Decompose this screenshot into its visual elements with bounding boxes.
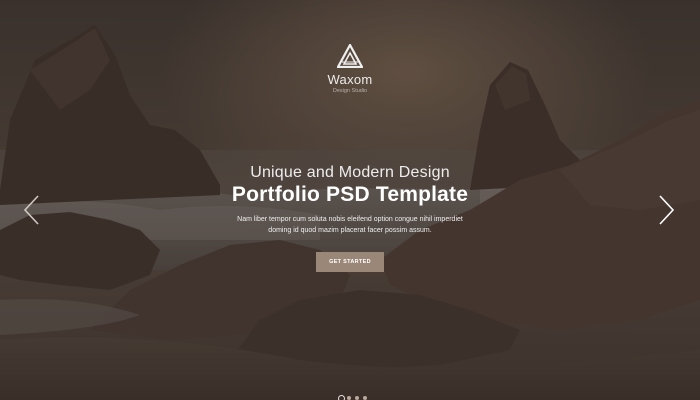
brand-name: Waxom: [327, 72, 373, 87]
hero-description: Nam liber tempor cum soluta nobis eleife…: [237, 216, 463, 234]
get-started-button[interactable]: GET STARTED: [316, 252, 384, 272]
brand-tagline: Design Studio: [332, 88, 368, 94]
hero-headline: Unique and Modern Design: [250, 164, 450, 181]
hero-slider: Waxom Design Studio Unique and Modern De…: [0, 0, 700, 400]
slider-dot-3[interactable]: [355, 396, 359, 400]
slider-dot-1[interactable]: [338, 395, 345, 400]
slider-pagination: [326, 394, 374, 400]
hero-title: Portfolio PSD Template: [231, 183, 469, 206]
slider-dot-4[interactable]: [363, 396, 367, 400]
slider-dot-2[interactable]: [347, 396, 351, 400]
brand-logo[interactable]: Waxom Design Studio: [300, 44, 400, 94]
triangle-logo-icon: [337, 44, 363, 68]
